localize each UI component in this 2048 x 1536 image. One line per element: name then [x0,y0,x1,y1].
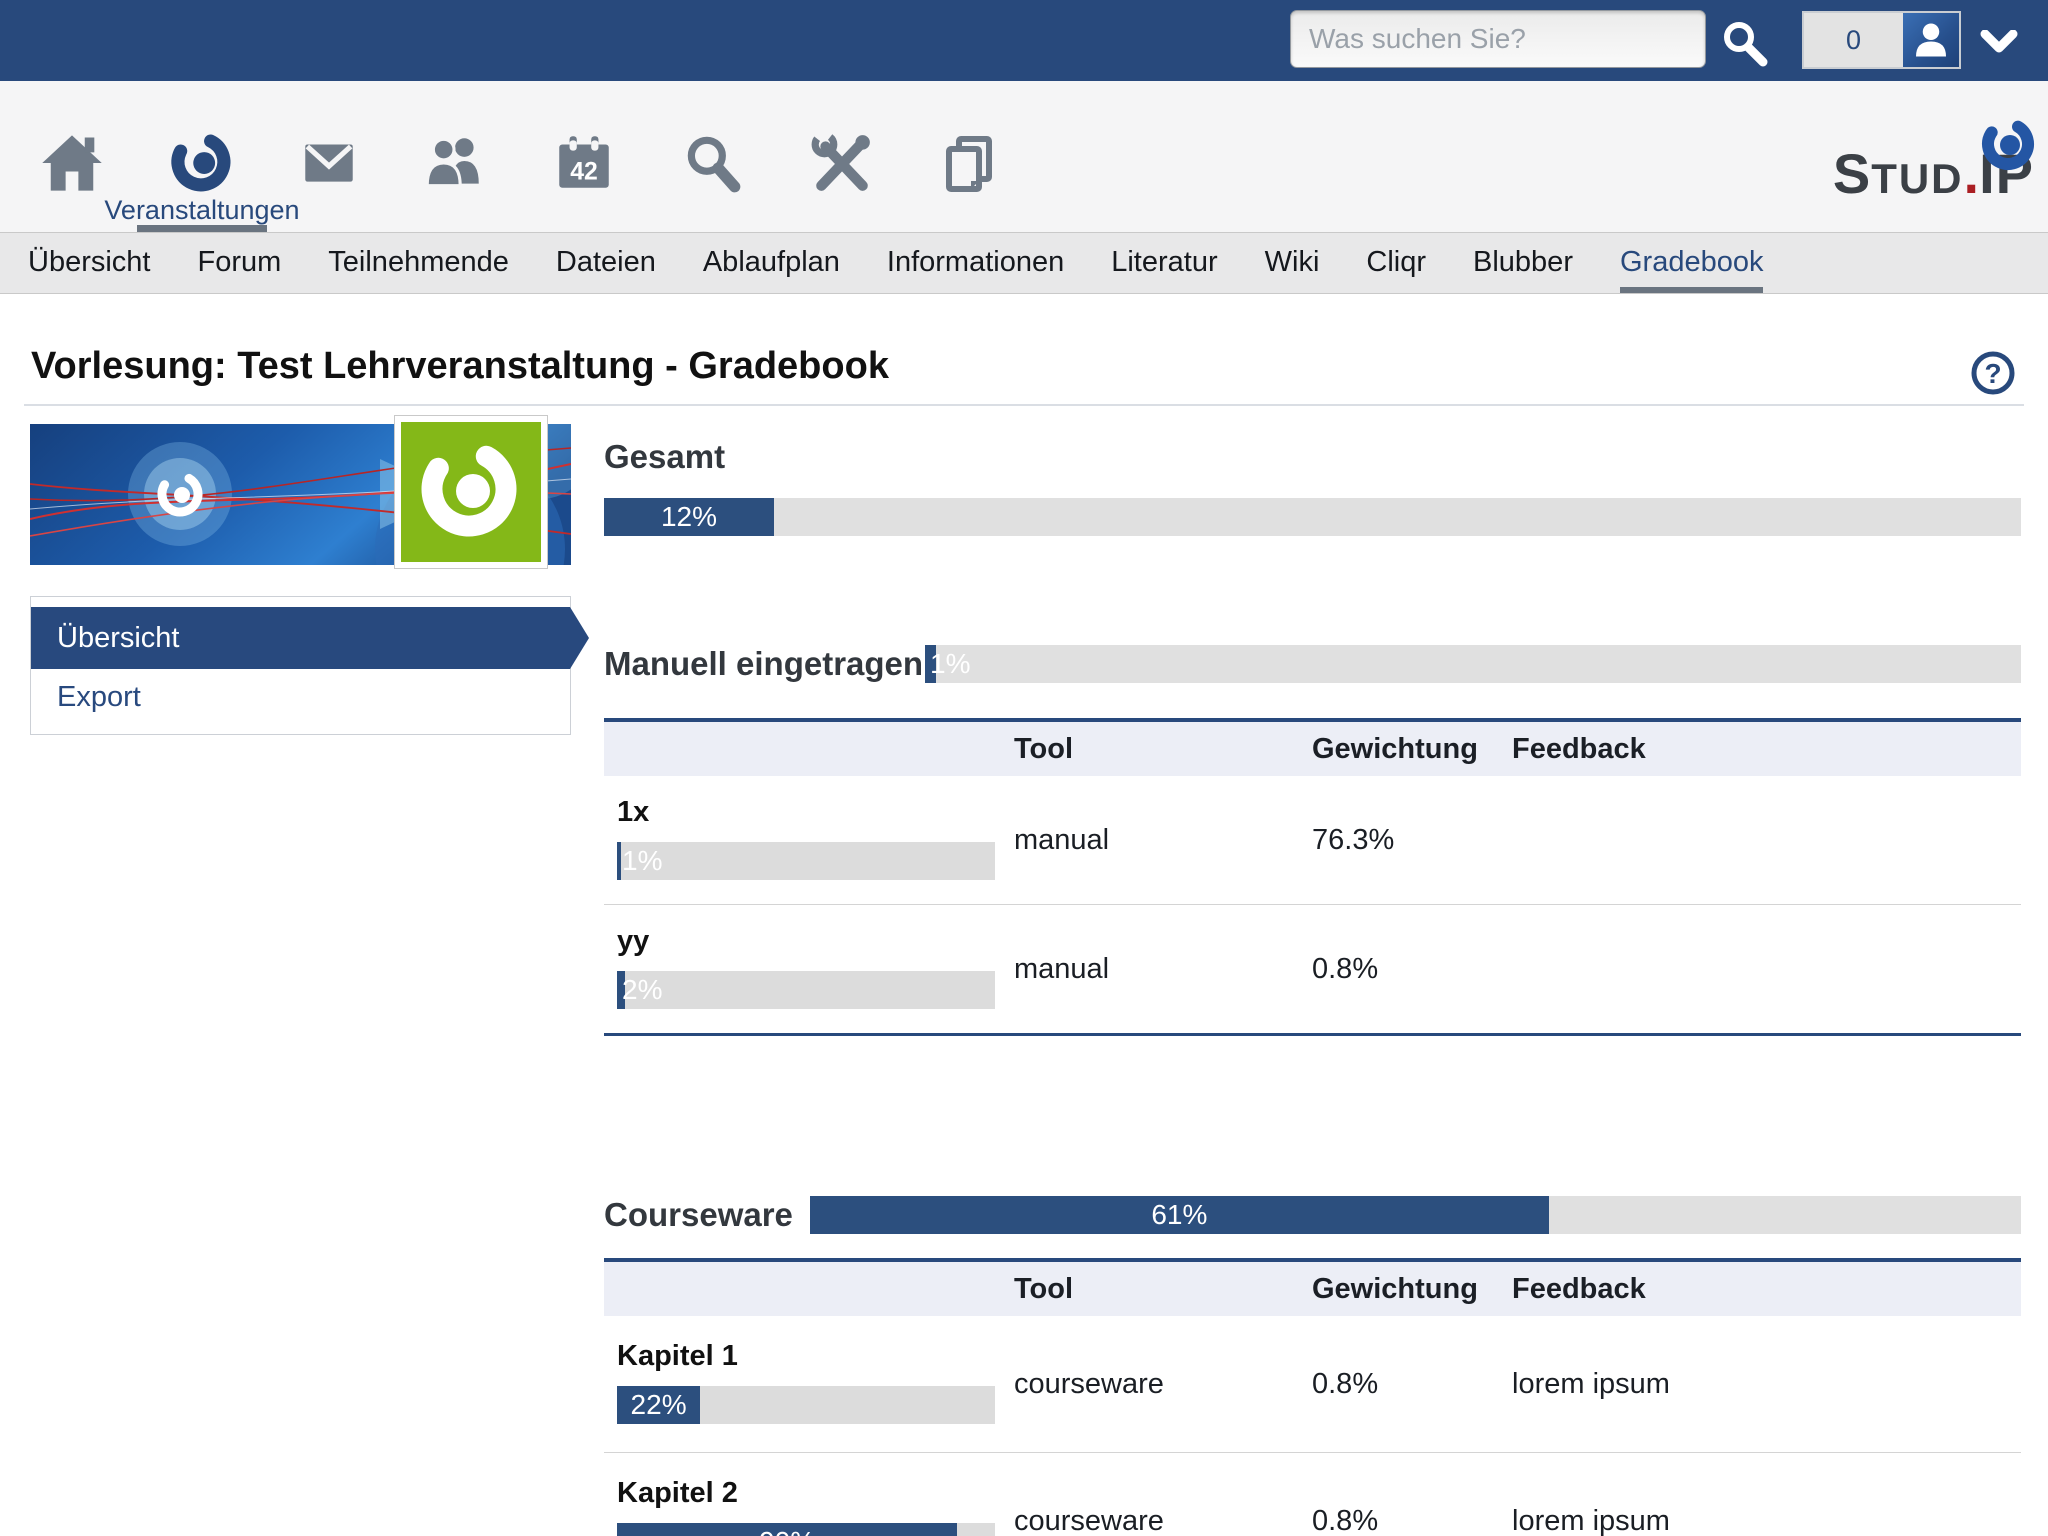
table-row: Kapitel 1 22% courseware 0.8% lorem ipsu… [604,1316,2021,1453]
entry-feedback: lorem ipsum [1512,1505,2021,1536]
studip-logo: STUD.IP [1833,141,2034,206]
entry-progressbar: 2% [617,971,995,1009]
entry-name: yy [617,925,1014,958]
search-input[interactable] [1290,10,1706,68]
entry-weight: 0.8% [1312,1505,1512,1536]
person-icon [1910,19,1952,61]
svg-text:?: ? [1984,358,2001,389]
help-icon[interactable]: ? [1970,350,2016,396]
manual-heading: Manuell eingetragen [604,647,923,681]
avatar[interactable] [1903,13,1959,67]
entry-progress-label: 2% [622,974,662,1006]
entry-tool: courseware [1014,1368,1312,1401]
entry-progress-label: 1% [622,845,662,877]
table-header-row: Tool Gewichtung Feedback [604,718,2021,776]
manual-section: Manuell eingetragen 1% Tool Gewichtung F… [604,645,2021,1036]
table-row: yy 2% manual 0.8% [604,905,2021,1036]
logo-text: TUD [1871,155,1963,203]
col-header-feedback: Feedback [1512,733,2021,766]
svg-text:42: 42 [570,159,598,186]
entry-progress-label: 22% [631,1389,687,1421]
courseware-progressbar: 61% [810,1196,2021,1234]
table-row: 1x 1% manual 76.3% [604,776,2021,905]
course-tabbar: Übersicht Forum Teilnehmende Dateien Abl… [0,232,2048,294]
chevron-down-icon[interactable] [1980,30,2018,54]
tab-blubber[interactable]: Blubber [1473,233,1573,293]
entry-tool: courseware [1014,1505,1312,1536]
wiki-icon[interactable] [934,128,1004,198]
entry-tool: manual [1014,824,1312,857]
course-avatar-spiral-icon [411,432,531,552]
sidebar-item-uebersicht[interactable]: Übersicht [31,607,570,669]
community-icon[interactable] [419,128,489,198]
table-header-row: Tool Gewichtung Feedback [604,1258,2021,1316]
sidebar-menu: Übersicht Export [30,596,571,735]
toolbar-search-icon[interactable] [677,128,747,198]
home-icon[interactable] [37,128,107,198]
entry-progressbar: 90% [617,1523,995,1536]
schedule-icon[interactable]: 42 [549,128,619,198]
courseware-section: Courseware 61% Tool Gewichtung Feedback … [604,1196,2021,1536]
entry-name: 1x [617,796,1014,829]
col-header-gewichtung: Gewichtung [1312,1273,1512,1306]
entry-name: Kapitel 2 [617,1477,1014,1510]
main-toolbar: 42 Veranstaltungen [0,81,2048,232]
tab-gradebook[interactable]: Gradebook [1620,233,1764,293]
overall-section: Gesamt 12% [604,440,2021,536]
overall-progressbar: 12% [604,498,2021,536]
tab-forum[interactable]: Forum [198,233,282,293]
tab-informationen[interactable]: Informationen [887,233,1064,293]
entry-weight: 76.3% [1312,824,1512,857]
col-header-gewichtung: Gewichtung [1312,733,1512,766]
search-icon[interactable] [1720,18,1770,68]
entry-progress-label: 90% [759,1526,815,1536]
courseware-table: Tool Gewichtung Feedback Kapitel 1 22% c… [604,1258,2021,1536]
entry-progressbar: 22% [617,1386,995,1424]
studip-page: 0 [0,0,2048,1536]
entry-tool: manual [1014,953,1312,986]
sidebar-item-export[interactable]: Export [31,669,570,725]
overall-heading: Gesamt [604,440,2021,474]
courseware-heading: Courseware [604,1198,793,1232]
user-widget[interactable]: 0 [1802,11,1961,69]
page-title: Vorlesung: Test Lehrveranstaltung - Grad… [31,345,889,388]
title-divider [24,404,2024,406]
courses-icon[interactable] [167,128,237,198]
tab-ablaufplan[interactable]: Ablaufplan [703,233,840,293]
mail-icon[interactable] [294,128,364,198]
tab-literatur[interactable]: Literatur [1111,233,1217,293]
toolbar-active-underline [137,225,267,232]
col-header-feedback: Feedback [1512,1273,2021,1306]
tools-icon[interactable] [807,128,877,198]
entry-weight: 0.8% [1312,1368,1512,1401]
toolbar-active-label[interactable]: Veranstaltungen [2,195,402,226]
top-bar: 0 [0,0,2048,81]
entry-progressbar: 1% [617,842,995,880]
courseware-progress-label: 61% [1151,1199,1207,1231]
tab-dateien[interactable]: Dateien [556,233,656,293]
course-avatar [395,416,547,568]
col-header-tool: Tool [1014,1273,1312,1306]
tab-wiki[interactable]: Wiki [1265,233,1320,293]
manual-progress-label: 1% [930,648,970,680]
tab-cliqr[interactable]: Cliqr [1366,233,1426,293]
notification-count-badge: 0 [1804,13,1903,67]
tab-teilnehmende[interactable]: Teilnehmende [328,233,509,293]
entry-name: Kapitel 1 [617,1340,1014,1373]
manual-progressbar: 1% [925,645,2021,683]
logo-text: S [1833,141,1871,206]
manual-table: Tool Gewichtung Feedback 1x 1% manual [604,718,2021,1036]
col-header-tool: Tool [1014,733,1312,766]
overall-progress-label: 12% [661,501,717,533]
table-row: Kapitel 2 90% courseware 0.8% lorem ipsu… [604,1453,2021,1536]
tab-uebersicht[interactable]: Übersicht [28,233,151,293]
entry-feedback: lorem ipsum [1512,1368,2021,1401]
logo-spiral-icon [1976,113,2040,177]
entry-weight: 0.8% [1312,953,1512,986]
